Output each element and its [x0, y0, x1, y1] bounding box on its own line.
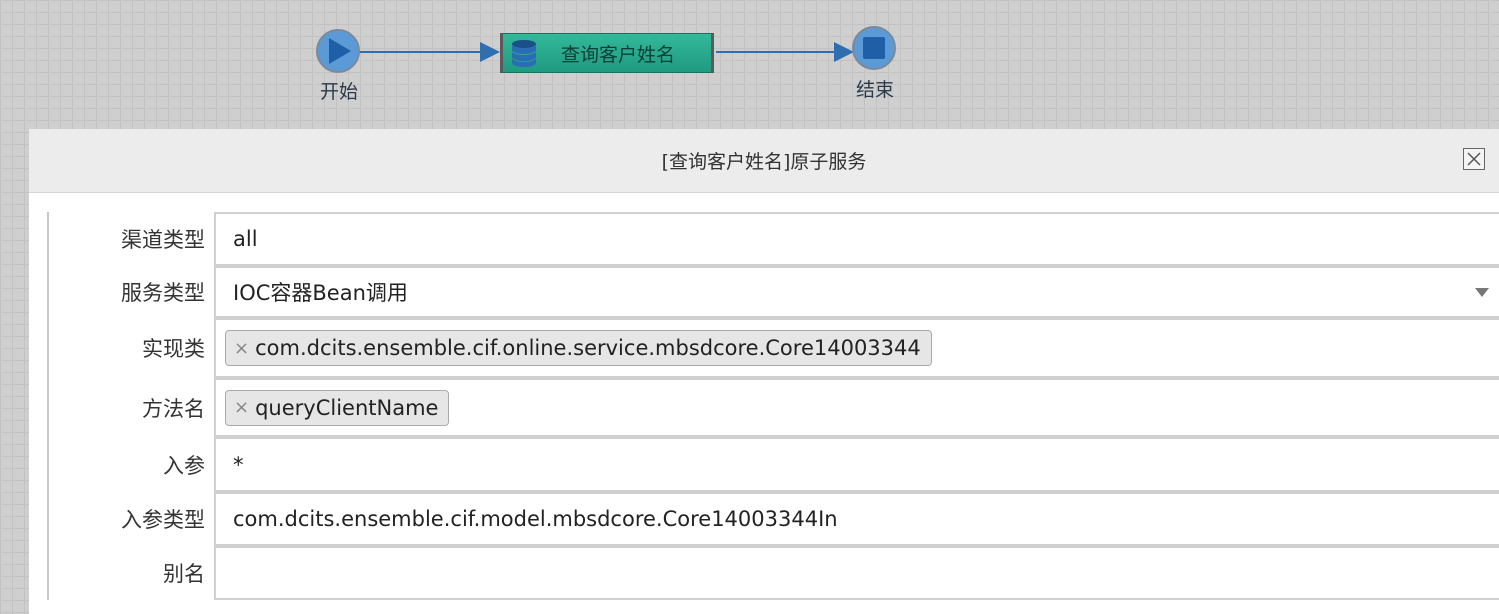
channel-type-input[interactable]: all: [214, 212, 1499, 266]
impl-class-tag: × com.dcits.ensemble.cif.online.service.…: [225, 330, 932, 366]
end-node: [852, 26, 896, 70]
alias-label: 别名: [163, 562, 205, 586]
start-node: [316, 29, 360, 73]
input-param-value: *: [233, 452, 244, 477]
service-form: 渠道类型 all 服务类型 IOC容器Bean调用 实现类 × com.dcit…: [47, 212, 1499, 600]
start-node-label: 开始: [319, 81, 359, 103]
input-param-type-label: 入参类型: [121, 508, 205, 532]
input-param-type-value: com.dcits.ensemble.cif.model.mbsdcore.Co…: [233, 507, 838, 531]
method-name-label: 方法名: [142, 396, 205, 421]
channel-type-value: all: [233, 227, 258, 251]
service-type-label: 服务类型: [121, 281, 205, 305]
method-name-tag-input[interactable]: × queryClientName: [214, 378, 1499, 437]
impl-class-tag-text: com.dcits.ensemble.cif.online.service.mb…: [255, 336, 921, 360]
tag-remove-icon[interactable]: ×: [234, 397, 249, 418]
dialog-title: [查询客户姓名]原子服务: [661, 151, 867, 173]
input-param-type-input[interactable]: com.dcits.ensemble.cif.model.mbsdcore.Co…: [214, 492, 1499, 546]
dialog-header: [查询客户姓名]原子服务: [29, 129, 1499, 193]
tag-remove-icon[interactable]: ×: [234, 338, 249, 359]
flow-connectors: [316, 26, 896, 73]
form-row-input-param-type: 入参类型 com.dcits.ensemble.cif.model.mbsdco…: [49, 492, 1499, 546]
close-icon: [1467, 152, 1481, 166]
form-row-impl-class: 实现类 × com.dcits.ensemble.cif.online.serv…: [49, 318, 1499, 378]
channel-type-label: 渠道类型: [121, 228, 205, 252]
impl-class-tag-input[interactable]: × com.dcits.ensemble.cif.online.service.…: [214, 318, 1499, 378]
method-name-tag: × queryClientName: [225, 389, 450, 426]
close-button[interactable]: [1463, 148, 1485, 170]
input-param-input[interactable]: *: [214, 437, 1499, 492]
form-row-input-param: 入参 *: [49, 437, 1499, 492]
task-node-label: 查询客户姓名: [561, 43, 676, 66]
service-type-value: IOC容器Bean调用: [233, 281, 408, 305]
end-node-label: 结束: [855, 79, 895, 101]
input-param-label: 入参: [163, 453, 205, 478]
chevron-down-icon[interactable]: [1475, 288, 1489, 297]
flow-canvas[interactable]: 开始 查询客户姓名 结束: [0, 0, 1499, 130]
form-row-alias: 别名: [49, 546, 1499, 600]
service-type-select[interactable]: IOC容器Bean调用: [214, 266, 1499, 318]
method-name-tag-text: queryClientName: [255, 395, 439, 420]
form-row-channel-type: 渠道类型 all: [49, 212, 1499, 266]
form-row-method-name: 方法名 × queryClientName: [49, 378, 1499, 437]
database-icon: [507, 36, 541, 70]
alias-input[interactable]: [214, 546, 1499, 600]
atomic-service-dialog: [查询客户姓名]原子服务 渠道类型 all 服务类型 IOC容器Bean调用 实…: [29, 129, 1499, 614]
impl-class-label: 实现类: [142, 337, 205, 361]
task-node-query-client-name[interactable]: 查询客户姓名: [500, 33, 714, 73]
form-row-service-type: 服务类型 IOC容器Bean调用: [49, 266, 1499, 318]
